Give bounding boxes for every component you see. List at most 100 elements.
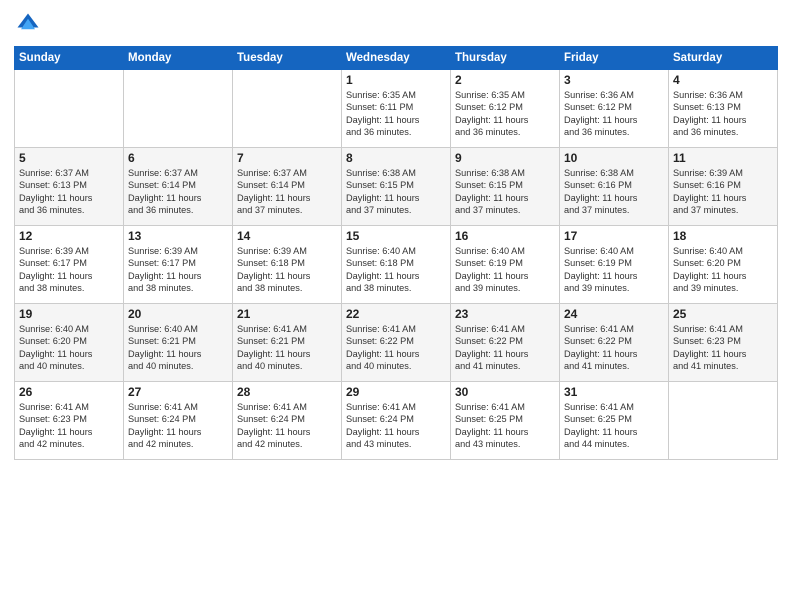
calendar-cell: 14 Sunrise: 6:39 AM Sunset: 6:18 PM Dayli… (233, 226, 342, 304)
calendar-cell: 23 Sunrise: 6:41 AM Sunset: 6:22 PM Dayli… (451, 304, 560, 382)
day-info: Sunrise: 6:39 AM Sunset: 6:18 PM Dayligh… (237, 245, 337, 295)
calendar-cell: 7 Sunrise: 6:37 AM Sunset: 6:14 PM Daylig… (233, 148, 342, 226)
day-number: 21 (237, 307, 337, 321)
week-row-1: 1Sunrise: 6:35 AM Sunset: 6:11 PM Daylig… (15, 70, 778, 148)
day-info: Sunrise: 6:41 AM Sunset: 6:22 PM Dayligh… (455, 323, 555, 373)
day-number: 22 (346, 307, 446, 321)
day-info: Sunrise: 6:41 AM Sunset: 6:25 PM Dayligh… (455, 401, 555, 451)
calendar: SundayMondayTuesdayWednesdayThursdayFrid… (14, 46, 778, 460)
day-info: Sunrise: 6:40 AM Sunset: 6:19 PM Dayligh… (455, 245, 555, 295)
day-number: 13 (128, 229, 228, 243)
calendar-cell: 6 Sunrise: 6:37 AM Sunset: 6:14 PM Daylig… (124, 148, 233, 226)
day-number: 31 (564, 385, 664, 399)
calendar-cell: 28 Sunrise: 6:41 AM Sunset: 6:24 PM Dayli… (233, 382, 342, 460)
calendar-cell: 31 Sunrise: 6:41 AM Sunset: 6:25 PM Dayli… (560, 382, 669, 460)
day-info: Sunrise: 6:36 AM Sunset: 6:13 PM Dayligh… (673, 89, 773, 139)
day-number: 20 (128, 307, 228, 321)
day-number: 2 (455, 73, 555, 87)
day-info: Sunrise: 6:39 AM Sunset: 6:17 PM Dayligh… (128, 245, 228, 295)
calendar-cell: 21 Sunrise: 6:41 AM Sunset: 6:21 PM Dayli… (233, 304, 342, 382)
day-number: 27 (128, 385, 228, 399)
day-info: Sunrise: 6:38 AM Sunset: 6:15 PM Dayligh… (346, 167, 446, 217)
calendar-cell: 3 Sunrise: 6:36 AM Sunset: 6:12 PM Daylig… (560, 70, 669, 148)
day-info: Sunrise: 6:37 AM Sunset: 6:14 PM Dayligh… (128, 167, 228, 217)
day-info: Sunrise: 6:37 AM Sunset: 6:14 PM Dayligh… (237, 167, 337, 217)
logo-icon (14, 10, 42, 38)
calendar-cell: 25Sunrise: 6:41 AM Sunset: 6:23 PM Dayli… (669, 304, 778, 382)
weekday-header-thursday: Thursday (451, 47, 560, 70)
weekday-header-saturday: Saturday (669, 47, 778, 70)
day-info: Sunrise: 6:40 AM Sunset: 6:19 PM Dayligh… (564, 245, 664, 295)
day-info: Sunrise: 6:41 AM Sunset: 6:22 PM Dayligh… (564, 323, 664, 373)
logo (14, 10, 46, 38)
day-number: 23 (455, 307, 555, 321)
day-number: 18 (673, 229, 773, 243)
calendar-cell: 5Sunrise: 6:37 AM Sunset: 6:13 PM Daylig… (15, 148, 124, 226)
calendar-cell: 29 Sunrise: 6:41 AM Sunset: 6:24 PM Dayli… (342, 382, 451, 460)
calendar-cell: 11 Sunrise: 6:39 AM Sunset: 6:16 PM Dayli… (669, 148, 778, 226)
day-number: 9 (455, 151, 555, 165)
day-number: 15 (346, 229, 446, 243)
day-number: 11 (673, 151, 773, 165)
day-info: Sunrise: 6:38 AM Sunset: 6:15 PM Dayligh… (455, 167, 555, 217)
calendar-cell: 26Sunrise: 6:41 AM Sunset: 6:23 PM Dayli… (15, 382, 124, 460)
header (14, 10, 778, 38)
day-info: Sunrise: 6:39 AM Sunset: 6:16 PM Dayligh… (673, 167, 773, 217)
calendar-cell: 22Sunrise: 6:41 AM Sunset: 6:22 PM Dayli… (342, 304, 451, 382)
calendar-cell: 24 Sunrise: 6:41 AM Sunset: 6:22 PM Dayli… (560, 304, 669, 382)
day-info: Sunrise: 6:40 AM Sunset: 6:20 PM Dayligh… (19, 323, 119, 373)
day-info: Sunrise: 6:41 AM Sunset: 6:23 PM Dayligh… (19, 401, 119, 451)
calendar-cell: 9 Sunrise: 6:38 AM Sunset: 6:15 PM Daylig… (451, 148, 560, 226)
day-number: 12 (19, 229, 119, 243)
calendar-cell: 17 Sunrise: 6:40 AM Sunset: 6:19 PM Dayli… (560, 226, 669, 304)
calendar-cell: 8Sunrise: 6:38 AM Sunset: 6:15 PM Daylig… (342, 148, 451, 226)
weekday-header-friday: Friday (560, 47, 669, 70)
day-info: Sunrise: 6:41 AM Sunset: 6:23 PM Dayligh… (673, 323, 773, 373)
day-info: Sunrise: 6:37 AM Sunset: 6:13 PM Dayligh… (19, 167, 119, 217)
calendar-cell: 4 Sunrise: 6:36 AM Sunset: 6:13 PM Daylig… (669, 70, 778, 148)
day-info: Sunrise: 6:38 AM Sunset: 6:16 PM Dayligh… (564, 167, 664, 217)
page: SundayMondayTuesdayWednesdayThursdayFrid… (0, 0, 792, 612)
calendar-cell (669, 382, 778, 460)
calendar-cell: 2 Sunrise: 6:35 AM Sunset: 6:12 PM Daylig… (451, 70, 560, 148)
day-info: Sunrise: 6:39 AM Sunset: 6:17 PM Dayligh… (19, 245, 119, 295)
calendar-cell (124, 70, 233, 148)
day-info: Sunrise: 6:41 AM Sunset: 6:25 PM Dayligh… (564, 401, 664, 451)
day-info: Sunrise: 6:40 AM Sunset: 6:18 PM Dayligh… (346, 245, 446, 295)
week-row-5: 26Sunrise: 6:41 AM Sunset: 6:23 PM Dayli… (15, 382, 778, 460)
day-info: Sunrise: 6:40 AM Sunset: 6:20 PM Dayligh… (673, 245, 773, 295)
day-info: Sunrise: 6:35 AM Sunset: 6:11 PM Dayligh… (346, 89, 446, 139)
weekday-header-monday: Monday (124, 47, 233, 70)
day-number: 6 (128, 151, 228, 165)
calendar-cell: 10 Sunrise: 6:38 AM Sunset: 6:16 PM Dayli… (560, 148, 669, 226)
calendar-cell: 12 Sunrise: 6:39 AM Sunset: 6:17 PM Dayli… (15, 226, 124, 304)
day-number: 10 (564, 151, 664, 165)
calendar-cell: 1Sunrise: 6:35 AM Sunset: 6:11 PM Daylig… (342, 70, 451, 148)
week-row-3: 12 Sunrise: 6:39 AM Sunset: 6:17 PM Dayli… (15, 226, 778, 304)
day-number: 28 (237, 385, 337, 399)
day-info: Sunrise: 6:41 AM Sunset: 6:24 PM Dayligh… (346, 401, 446, 451)
calendar-cell (15, 70, 124, 148)
calendar-cell: 16 Sunrise: 6:40 AM Sunset: 6:19 PM Dayli… (451, 226, 560, 304)
day-number: 4 (673, 73, 773, 87)
day-info: Sunrise: 6:35 AM Sunset: 6:12 PM Dayligh… (455, 89, 555, 139)
day-number: 29 (346, 385, 446, 399)
day-number: 17 (564, 229, 664, 243)
day-number: 14 (237, 229, 337, 243)
day-info: Sunrise: 6:41 AM Sunset: 6:21 PM Dayligh… (237, 323, 337, 373)
day-number: 19 (19, 307, 119, 321)
weekday-header-tuesday: Tuesday (233, 47, 342, 70)
day-info: Sunrise: 6:36 AM Sunset: 6:12 PM Dayligh… (564, 89, 664, 139)
weekday-header-row: SundayMondayTuesdayWednesdayThursdayFrid… (15, 47, 778, 70)
weekday-header-wednesday: Wednesday (342, 47, 451, 70)
day-info: Sunrise: 6:41 AM Sunset: 6:24 PM Dayligh… (237, 401, 337, 451)
day-info: Sunrise: 6:40 AM Sunset: 6:21 PM Dayligh… (128, 323, 228, 373)
weekday-header-sunday: Sunday (15, 47, 124, 70)
calendar-cell: 13 Sunrise: 6:39 AM Sunset: 6:17 PM Dayli… (124, 226, 233, 304)
day-number: 16 (455, 229, 555, 243)
calendar-cell: 27Sunrise: 6:41 AM Sunset: 6:24 PM Dayli… (124, 382, 233, 460)
day-number: 3 (564, 73, 664, 87)
calendar-cell: 30Sunrise: 6:41 AM Sunset: 6:25 PM Dayli… (451, 382, 560, 460)
day-number: 24 (564, 307, 664, 321)
day-number: 7 (237, 151, 337, 165)
